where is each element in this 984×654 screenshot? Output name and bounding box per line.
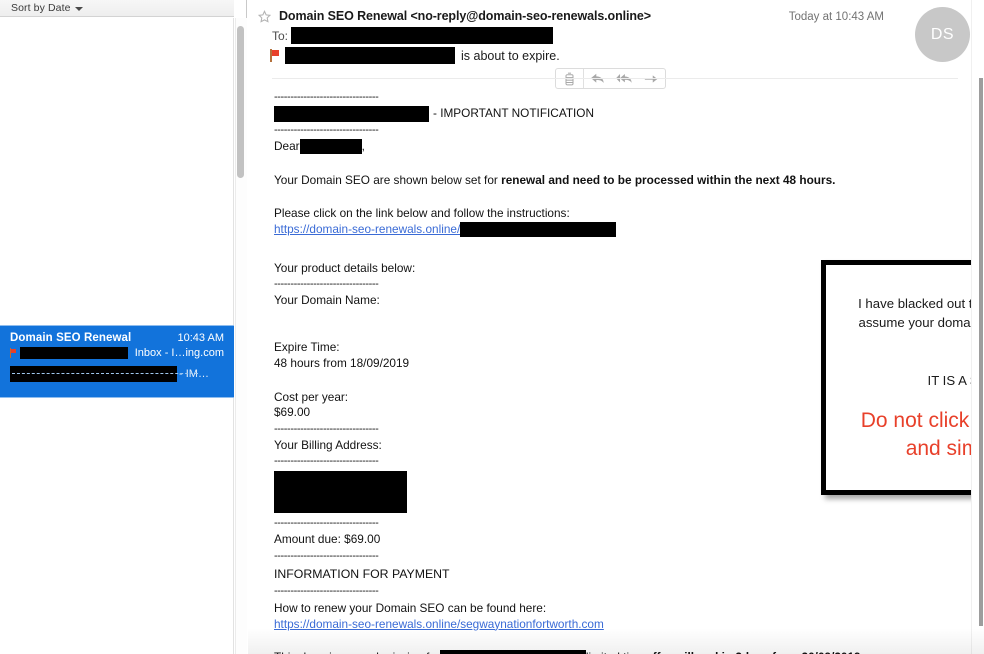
message-date: Today at 10:43 AM bbox=[788, 11, 884, 23]
separator-line: -------------------------------- bbox=[274, 584, 379, 597]
warning-paragraph-1: I have blacked out the actual customer d… bbox=[858, 296, 984, 348]
message-time: 10:43 AM bbox=[177, 332, 224, 344]
to-label: To: bbox=[272, 28, 289, 43]
message-row-divider bbox=[12, 373, 198, 374]
redacted-link-path bbox=[460, 221, 617, 237]
dear-label: Dear bbox=[274, 139, 300, 153]
notification-headline: - IMPORTANT NOTIFICATION bbox=[274, 106, 984, 122]
redacted-billing-address bbox=[274, 471, 407, 514]
renewal-intro-line: Your Domain SEO are shown below set for … bbox=[274, 173, 984, 189]
redacted-submission-domain bbox=[439, 650, 586, 654]
chevron-down-icon bbox=[74, 7, 83, 11]
submission-line: This domain seo submission for limited t… bbox=[274, 650, 984, 654]
list-item[interactable]: Domain SEO Renewal 10:43 AM Inbox - I…in… bbox=[0, 325, 234, 398]
information-for-payment: INFORMATION FOR PAYMENT bbox=[274, 566, 450, 581]
message-row-header: Domain SEO Renewal 10:43 AM bbox=[10, 332, 224, 344]
redacted-preview bbox=[10, 366, 177, 382]
header-divider bbox=[272, 78, 958, 79]
redacted-recipient-address bbox=[291, 27, 554, 44]
separator-line: -------------------------------- bbox=[274, 124, 379, 136]
recipient-line: To: bbox=[248, 27, 984, 44]
phishing-link-1[interactable]: https://domain-seo-renewals.online/ bbox=[274, 222, 460, 238]
redacted-company bbox=[274, 106, 429, 122]
message-list-panel: Sort by Date Domain SEO Renewal 10:43 AM… bbox=[0, 0, 247, 654]
submission-suffix: . bbox=[861, 650, 864, 654]
avatar-initials: DS bbox=[930, 25, 955, 43]
separator-line: -------------------------------- bbox=[274, 91, 379, 103]
how-to-renew-text: How to renew your Domain SEO can be foun… bbox=[274, 600, 547, 615]
greeting-line: Dear , bbox=[274, 139, 984, 155]
message-row-meta: Inbox - I…ing.com bbox=[10, 347, 224, 359]
submission-prefix: This domain seo submission for bbox=[274, 650, 440, 654]
redacted-customer-name bbox=[299, 139, 362, 155]
viewer-scrollbar-thumb[interactable] bbox=[979, 78, 983, 626]
message-list-header: Sort by Date bbox=[0, 0, 234, 17]
amount-due: Amount due: $69.00 bbox=[274, 532, 381, 547]
important-notification-text: - IMPORTANT NOTIFICATION bbox=[433, 106, 595, 121]
warning-paragraph-2: IT IS A SCAM. PERIOD. bbox=[927, 373, 984, 389]
message-subject: Domain SEO Renewal <no-reply@domain-seo-… bbox=[279, 9, 651, 23]
warning-paragraph-3: Do not click on it, do not reply and sim… bbox=[860, 409, 984, 460]
phishing-link-2[interactable]: https://domain-seo-renewals.online/segwa… bbox=[274, 617, 984, 633]
renewal-intro-bold: renewal and need to be processed within … bbox=[501, 172, 836, 187]
flag-line: is about to expire. bbox=[248, 47, 984, 64]
submission-bold: offer will end in 2days from 20/09/2019 bbox=[646, 650, 861, 654]
phishing-link-line-1: https://domain-seo-renewals.online/ bbox=[274, 222, 984, 238]
message-header: Domain SEO Renewal <no-reply@domain-seo-… bbox=[248, 0, 984, 95]
message-list-scrollbar-thumb[interactable] bbox=[237, 26, 244, 178]
star-icon[interactable] bbox=[258, 9, 271, 23]
submission-middle: limited time bbox=[586, 650, 646, 654]
renewal-intro-plain: Your Domain SEO are shown below set for bbox=[274, 172, 502, 187]
sort-by-date-dropdown[interactable]: Sort by Date bbox=[11, 2, 83, 14]
redacted-recipient bbox=[20, 347, 128, 359]
expire-text: is about to expire. bbox=[461, 48, 560, 63]
separator-line: -------------------------------- bbox=[274, 517, 379, 530]
message-list-body[interactable]: Domain SEO Renewal 10:43 AM Inbox - I…in… bbox=[0, 18, 234, 654]
redacted-domain bbox=[285, 47, 455, 64]
dear-suffix: , bbox=[361, 139, 365, 153]
separator-line: -------------------------------- bbox=[274, 549, 379, 562]
message-viewer: Domain SEO Renewal <no-reply@domain-seo-… bbox=[248, 0, 984, 654]
flag-icon[interactable] bbox=[270, 49, 279, 62]
avatar: DS bbox=[915, 7, 970, 62]
message-preview-suffix: - IM… bbox=[179, 368, 209, 380]
click-link-instruction: Please click on the link below and follo… bbox=[274, 206, 570, 221]
email-client-window: Sort by Date Domain SEO Renewal 10:43 AM… bbox=[0, 0, 984, 654]
sort-by-date-label: Sort by Date bbox=[11, 2, 71, 14]
scam-warning-overlay: I have blacked out the actual customer d… bbox=[821, 260, 984, 495]
flag-icon bbox=[10, 348, 17, 358]
message-sender: Domain SEO Renewal bbox=[10, 332, 132, 344]
message-mailbox: Inbox - I…ing.com bbox=[134, 347, 224, 359]
message-row-preview: - IM… bbox=[10, 366, 224, 382]
